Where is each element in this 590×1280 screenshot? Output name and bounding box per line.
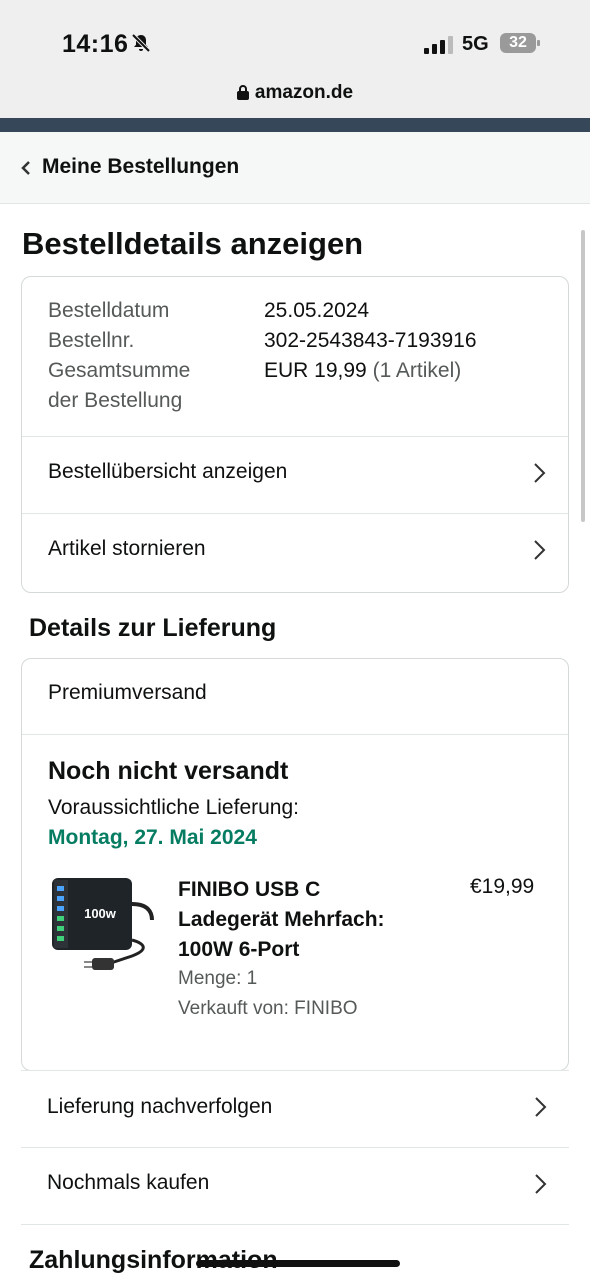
divider xyxy=(21,1224,569,1225)
product-seller: Verkauft von: FINIBO xyxy=(178,998,358,1019)
signal-icon xyxy=(424,36,453,54)
order-date-value: 25.05.2024 xyxy=(264,299,370,322)
chevron-right-icon xyxy=(535,1097,547,1117)
order-total-value: EUR 19,99 (1 Artikel) xyxy=(264,359,461,383)
product-title-line: 100W 6-Port xyxy=(178,938,300,961)
shipment-status: Noch nicht versandt xyxy=(48,757,289,785)
product-title-line: Ladegerät Mehrfach: xyxy=(178,908,385,931)
order-date-label: Bestelldatum xyxy=(48,299,170,322)
address-bar[interactable]: amazon.de xyxy=(0,82,590,104)
status-time: 14:16 xyxy=(62,30,129,58)
page-title: Bestelldetails anzeigen xyxy=(22,226,364,261)
lock-icon xyxy=(236,85,249,100)
divider xyxy=(22,734,568,735)
expected-delivery-date: Montag, 27. Mai 2024 xyxy=(48,826,257,849)
order-number-label: Bestellnr. xyxy=(48,329,135,352)
product-price: €19,99 xyxy=(470,875,535,898)
back-link[interactable]: Meine Bestellungen xyxy=(42,155,239,179)
order-number-value: 302-2543843-7193916 xyxy=(264,329,477,352)
product-image-badge: 100w xyxy=(84,906,117,921)
buy-again-label: Nochmals kaufen xyxy=(47,1171,210,1194)
track-delivery-label: Lieferung nachverfolgen xyxy=(47,1095,273,1118)
cancel-items-label: Artikel stornieren xyxy=(48,537,206,560)
order-total-label-2: der Bestellung xyxy=(48,389,183,412)
scrollbar[interactable] xyxy=(581,230,585,522)
product-title-line: FINIBO USB C xyxy=(178,878,321,901)
chevron-right-icon xyxy=(534,463,546,483)
product-quantity: Menge: 1 xyxy=(178,968,258,989)
delivery-section-title: Details zur Lieferung xyxy=(29,614,277,642)
chevron-left-icon xyxy=(21,161,30,175)
battery-icon: 32 xyxy=(500,33,540,53)
home-indicator[interactable] xyxy=(196,1260,400,1267)
network-type: 5G xyxy=(462,33,489,55)
expected-delivery-label: Voraussichtliche Lieferung: xyxy=(48,796,299,819)
bell-muted-icon xyxy=(131,33,151,53)
url-text: amazon.de xyxy=(254,82,354,103)
order-total-amount: EUR 19,99 xyxy=(264,359,367,382)
chevron-right-icon xyxy=(534,540,546,560)
nav-band xyxy=(0,118,590,132)
view-order-summary-label: Bestellübersicht anzeigen xyxy=(48,460,288,483)
order-total-items: (1 Artikel) xyxy=(372,359,462,382)
shipping-type: Premiumversand xyxy=(48,681,207,704)
product-title-link[interactable]: FINIBO USB C Ladegerät Mehrfach: 100W 6-… xyxy=(178,875,428,965)
order-total-label: Gesamtsumme xyxy=(48,359,191,382)
usb-charger-icon[interactable]: 100w xyxy=(48,874,158,984)
chevron-right-icon xyxy=(535,1174,547,1194)
battery-level: 32 xyxy=(509,34,527,51)
